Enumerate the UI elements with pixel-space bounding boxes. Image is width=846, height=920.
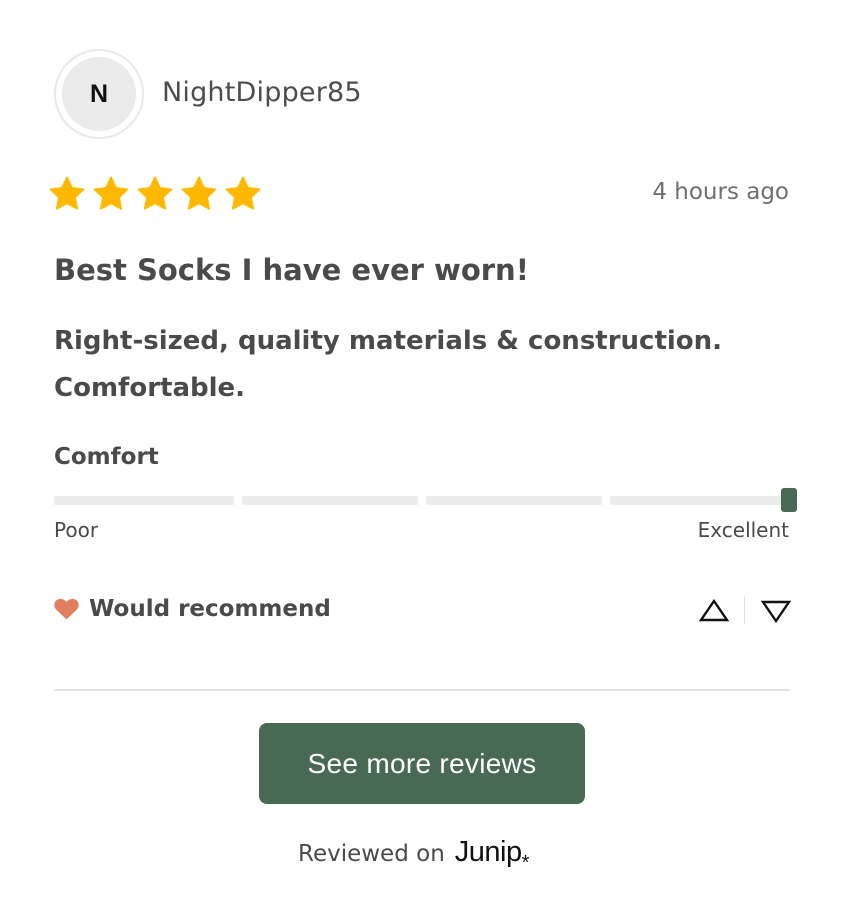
reviewed-on-footer: Reviewed on Junip * <box>298 836 529 874</box>
scale-indicator <box>781 488 797 512</box>
triangle-down-icon[interactable] <box>760 598 792 624</box>
review-body: Right-sized, quality materials & constru… <box>54 326 723 403</box>
star-icon <box>225 176 261 210</box>
comfort-label: Comfort <box>54 444 159 470</box>
heart-icon <box>54 598 79 620</box>
star-icon <box>93 176 129 210</box>
scale-segment <box>54 496 234 505</box>
review-timestamp: 4 hours ago <box>652 179 789 205</box>
divider <box>54 689 790 691</box>
avatar-initial: N <box>62 57 136 131</box>
triangle-up-icon[interactable] <box>698 598 730 624</box>
reviewer-name: NightDipper85 <box>162 77 362 108</box>
recommend-text: Would recommend <box>89 596 331 622</box>
junip-logo-mark: * <box>521 852 530 874</box>
scale-high-label: Excellent <box>697 518 789 542</box>
review-title: Best Socks I have ever worn! <box>54 253 529 287</box>
star-rating <box>48 175 262 213</box>
avatar: N <box>54 49 144 139</box>
scale-low-label: Poor <box>54 518 99 542</box>
star-icon <box>49 176 85 210</box>
footer-prefix: Reviewed on <box>298 841 445 867</box>
scale-segment <box>426 496 602 505</box>
recommendation: Would recommend <box>54 596 331 622</box>
see-more-reviews-button[interactable]: See more reviews <box>259 723 585 804</box>
junip-logo[interactable]: Junip <box>455 836 522 869</box>
star-icon <box>137 176 173 210</box>
star-icon <box>181 176 217 210</box>
scale-segment <box>610 496 790 505</box>
scale-segment <box>242 496 418 505</box>
vote-divider <box>744 596 745 624</box>
comfort-scale <box>54 488 797 512</box>
